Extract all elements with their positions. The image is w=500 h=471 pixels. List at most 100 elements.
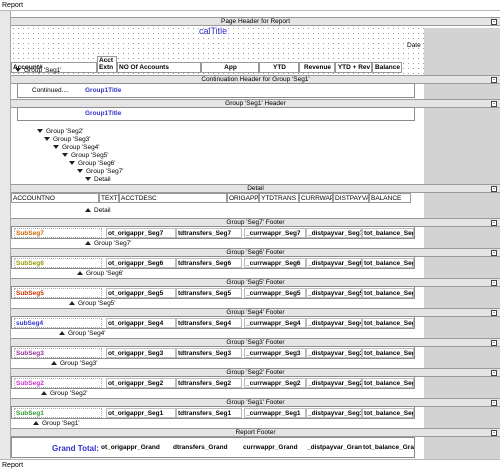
grand-currwappr[interactable]: currwappr_Grand — [242, 443, 306, 453]
group-footer-panel[interactable]: SubSeg3 ot_origappr_Seg3 tdtransfers_Seg3 _… — [11, 346, 415, 359]
report-footer-band[interactable]: Report Footer - — [11, 428, 500, 437]
field-origappr[interactable]: ORIGAPPR — [227, 193, 259, 203]
col-ytd-rev[interactable]: YTD + Rev — [335, 62, 372, 73]
group-footer-marker[interactable]: Group 'Seg4' — [59, 330, 106, 338]
collapse-icon[interactable]: - — [491, 101, 497, 107]
subtotal-label[interactable]: subSeg4 — [14, 318, 102, 328]
collapse-up-icon[interactable] — [69, 301, 75, 306]
subtotal-transfers[interactable]: tdtransfers_Seg6 — [176, 258, 242, 268]
subtotal-label[interactable]: SubSeg6 — [14, 258, 102, 268]
field-text[interactable]: TEXT — [99, 193, 119, 203]
grand-transfers[interactable]: dtransfers_Grand — [172, 443, 242, 453]
subtotal-transfers[interactable]: tdtransfers_Seg7 — [176, 228, 242, 238]
subtotal-distpayvar[interactable]: _distpayvar_Seg2 — [306, 378, 362, 388]
page-header-band[interactable]: Page Header for Report - — [11, 17, 500, 26]
group-footer-panel[interactable]: subSeg4 ot_origappr_Seg4 tdtransfers_Seg4 _… — [11, 316, 415, 329]
subtotal-balance[interactable]: tot_balance_Seg2 — [362, 378, 414, 388]
expand-icon[interactable] — [69, 161, 75, 166]
subtotal-balance[interactable]: tot_balance_Seg6 — [362, 258, 414, 268]
group1-title-field-2[interactable]: Group1Title — [85, 110, 121, 117]
subtotal-currwappr[interactable]: _currwappr_Seg3 — [244, 348, 306, 358]
subtotal-origappr[interactable]: ot_origappr_Seg4 — [106, 318, 176, 328]
expand-icon[interactable] — [15, 68, 21, 73]
group-footer-marker[interactable]: Group 'Seg2' — [41, 390, 88, 398]
collapse-up-icon[interactable] — [51, 361, 57, 366]
collapse-up-icon[interactable] — [85, 241, 91, 246]
col-acct-extn[interactable]: Acct Extn — [97, 56, 117, 73]
collapse-icon[interactable]: - — [491, 430, 497, 436]
collapse-icon[interactable]: - — [491, 280, 497, 286]
grand-balance[interactable]: tot_balance_Grand — [362, 443, 414, 453]
group-footer-marker[interactable]: Group 'Seg6' — [77, 270, 124, 278]
col-ytd[interactable]: YTD — [259, 62, 299, 73]
group-footer-panel[interactable]: SubSeg6 ot_origappr_Seg6 tdtransfers_Seg6 _… — [11, 256, 415, 269]
collapse-icon[interactable]: - — [491, 400, 497, 406]
collapse-up-icon[interactable] — [41, 391, 47, 396]
subtotal-origappr[interactable]: ot_origappr_Seg6 — [106, 258, 176, 268]
group-footer-marker[interactable]: Group 'Seg5' — [69, 300, 116, 308]
grand-distpayvar[interactable]: _distpayvar_Grand — [306, 443, 362, 453]
subtotal-currwappr[interactable]: _currwappr_Seg6 — [244, 258, 306, 268]
field-balance[interactable]: BALANCE — [369, 193, 411, 203]
subtotal-transfers[interactable]: tdtransfers_Seg4 — [176, 318, 242, 328]
collapse-up-icon[interactable] — [33, 421, 39, 426]
report-footer-panel[interactable]: Grand Total: ot_origappr_Grand dtransfer… — [11, 437, 415, 458]
field-currwapp[interactable]: CURRWAPP — [299, 193, 333, 203]
collapse-icon[interactable]: - — [491, 19, 497, 25]
subtotal-origappr[interactable]: ot_origappr_Seg7 — [106, 228, 176, 238]
collapse-icon[interactable]: - — [491, 186, 497, 192]
group-seg3[interactable]: Group 'Seg3' — [44, 136, 91, 144]
field-ytdtrans[interactable]: YTDTRANS — [259, 193, 299, 203]
date-label[interactable]: Date — [407, 42, 421, 49]
group-footer-marker[interactable]: Group 'Seg3' — [51, 360, 98, 368]
group-footer-panel[interactable]: SubSeg5 ot_origappr_Seg5 tdtransfers_Seg5 _… — [11, 286, 415, 299]
subtotal-label[interactable]: SubSeg2 — [14, 378, 102, 388]
subtotal-label[interactable]: SubSeg3 — [14, 348, 102, 358]
subtotal-currwappr[interactable]: _currwappr_Seg4 — [244, 318, 306, 328]
collapse-icon[interactable]: - — [491, 310, 497, 316]
subtotal-balance[interactable]: tot_balance_Seg4 — [362, 318, 414, 328]
subtotal-origappr[interactable]: ot_origappr_Seg1 — [106, 408, 176, 418]
subtotal-transfers[interactable]: tdtransfers_Seg1 — [176, 408, 242, 418]
subtotal-transfers[interactable]: tdtransfers_Seg3 — [176, 348, 242, 358]
subtotal-currwappr[interactable]: _currwappr_Seg2 — [244, 378, 306, 388]
group-seg7[interactable]: Group 'Seg7' — [77, 168, 124, 176]
col-app[interactable]: App — [201, 62, 259, 73]
group-seg5[interactable]: Group 'Seg5' — [62, 152, 109, 160]
subtotal-origappr[interactable]: ot_origappr_Seg5 — [106, 288, 176, 298]
report-design-canvas[interactable]: Page Header for Report - calTitle Date Ac… — [11, 11, 500, 459]
expand-icon[interactable] — [37, 129, 43, 134]
group-seg6[interactable]: Group 'Seg6' — [69, 160, 116, 168]
subtotal-label[interactable]: SubSeg7 — [14, 228, 102, 238]
subtotal-balance[interactable]: tot_balance_Seg7 — [362, 228, 414, 238]
subtotal-label[interactable]: SubSeg5 — [14, 288, 102, 298]
group-footer-panel[interactable]: SubSeg7 ot_origappr_Seg7 tdtransfers_Seg7 _… — [11, 226, 415, 239]
detail-footer-marker[interactable]: Detail — [85, 207, 111, 215]
collapse-icon[interactable]: - — [491, 340, 497, 346]
expand-icon[interactable] — [62, 153, 68, 158]
collapse-up-icon[interactable] — [77, 271, 83, 276]
detail-band[interactable]: Detail - — [11, 184, 500, 193]
field-distpayva[interactable]: DISTPAYVA — [333, 193, 369, 203]
group-footer-marker[interactable]: Group 'Seg7' — [85, 240, 132, 248]
expand-icon[interactable] — [53, 145, 59, 150]
subtotal-distpayvar[interactable]: _distpayvar_Seg3 — [306, 348, 362, 358]
collapse-icon[interactable]: - — [491, 250, 497, 256]
collapse-icon[interactable]: - — [491, 370, 497, 376]
group-seg1-header[interactable]: Group 'Seg1' — [15, 67, 62, 75]
col-no-accounts[interactable]: NO Of Accounts — [117, 62, 201, 73]
subtotal-origappr[interactable]: ot_origappr_Seg2 — [106, 378, 176, 388]
group-detail[interactable]: Detail — [85, 176, 111, 184]
subtotal-distpayvar[interactable]: _distpayvar_Seg5 — [306, 288, 362, 298]
collapse-up-icon[interactable] — [85, 208, 91, 213]
seg1-header-panel[interactable]: Group1Title — [17, 107, 415, 121]
subtotal-balance[interactable]: tot_balance_Seg3 — [362, 348, 414, 358]
field-acctdesc[interactable]: ACCTDESC — [119, 193, 227, 203]
grand-origappr[interactable]: ot_origappr_Grand — [100, 443, 170, 453]
collapse-icon[interactable]: - — [491, 220, 497, 226]
group-seg4[interactable]: Group 'Seg4' — [53, 144, 100, 152]
subtotal-distpayvar[interactable]: _distpayvar_Seg6 — [306, 258, 362, 268]
col-revenue[interactable]: Revenue — [299, 62, 335, 73]
collapse-icon[interactable]: - — [491, 77, 497, 83]
group-footer-marker[interactable]: Group 'Seg1' — [33, 420, 80, 428]
